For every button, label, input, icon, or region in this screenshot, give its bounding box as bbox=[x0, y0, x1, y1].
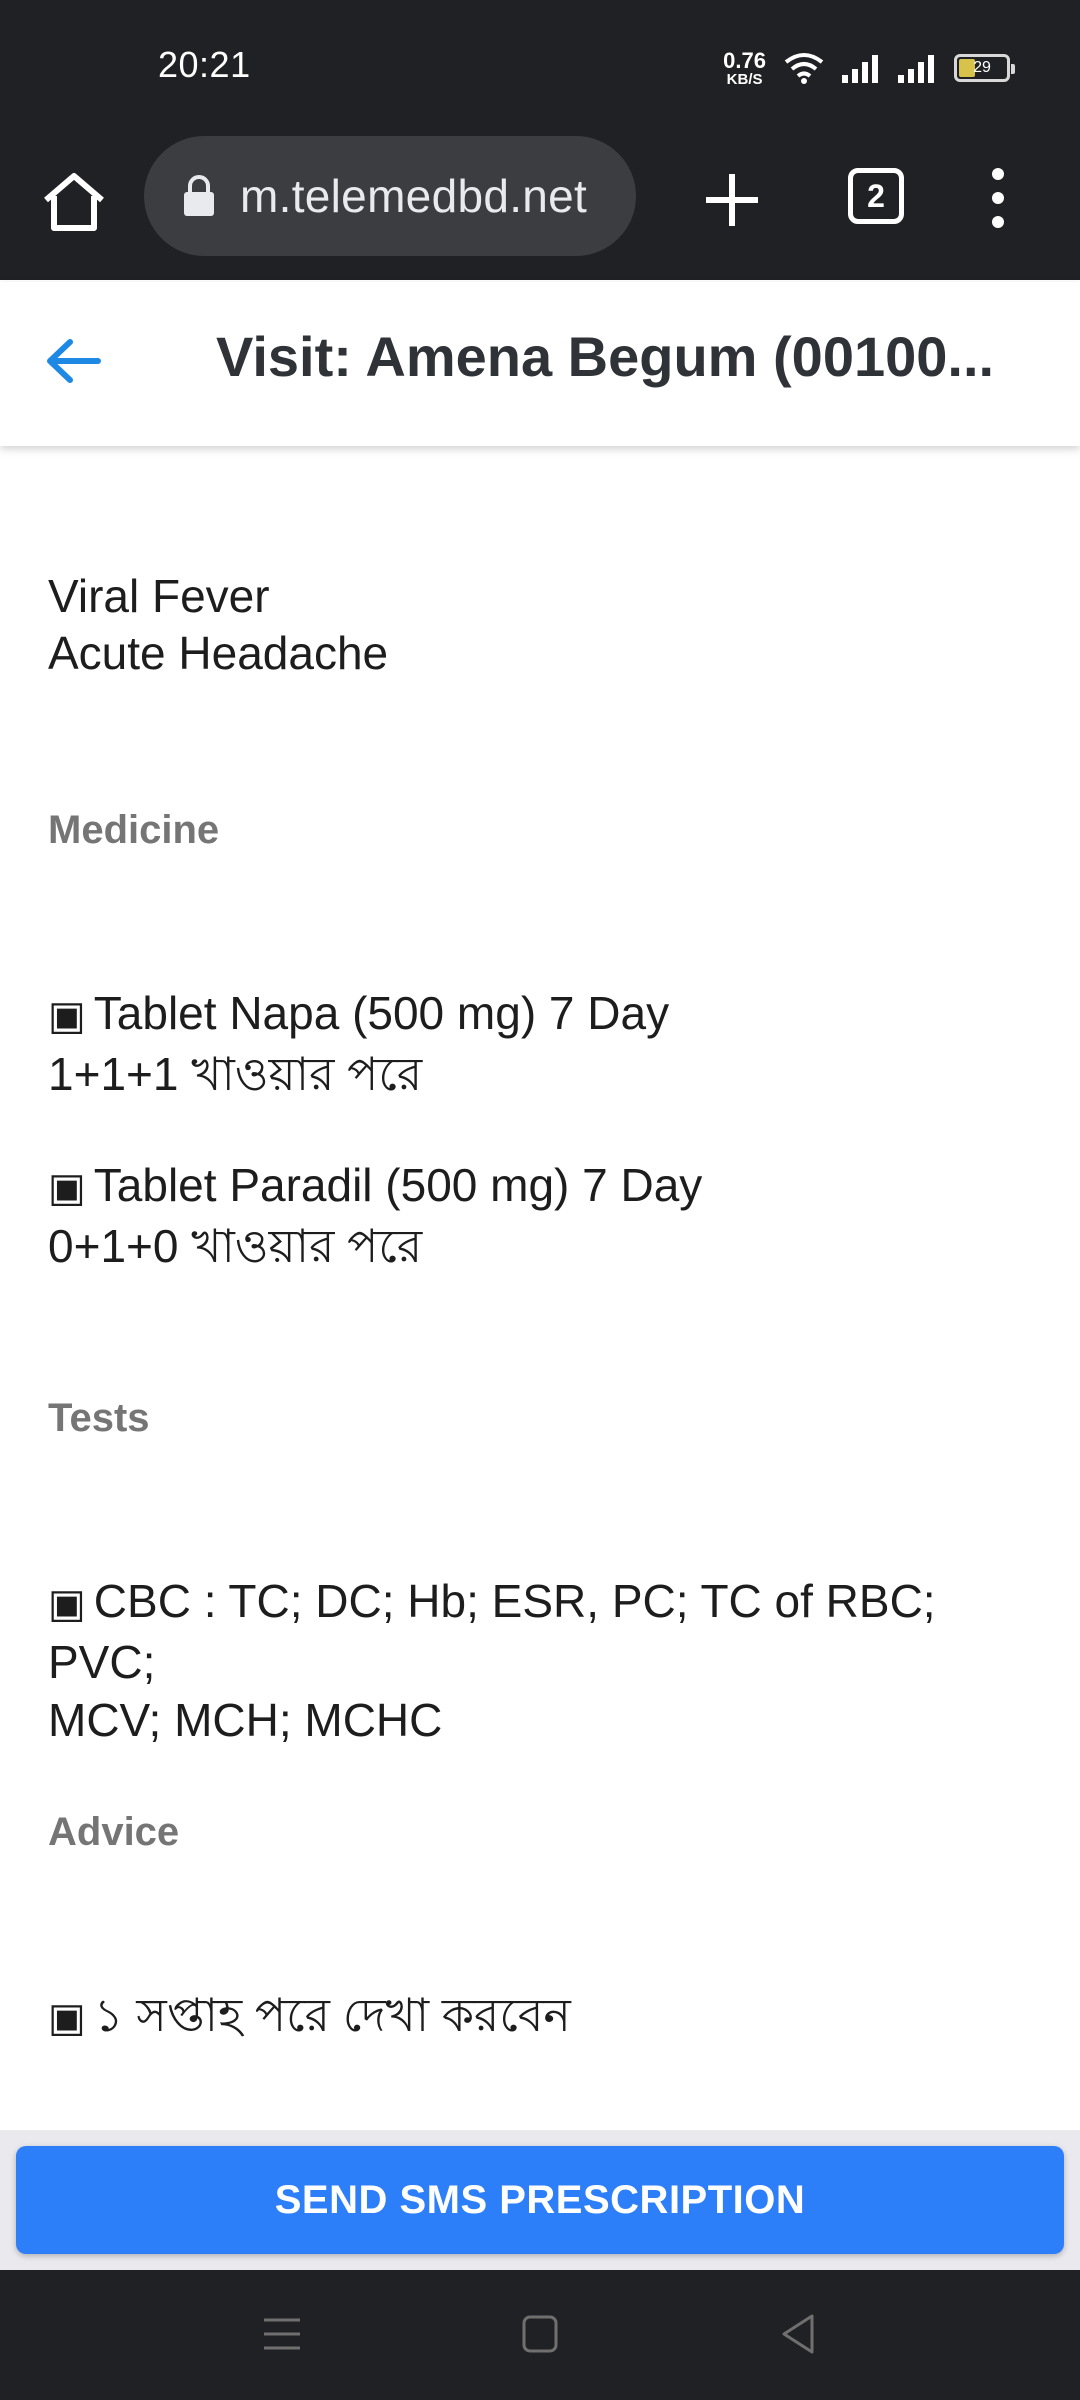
page-title: Visit: Amena Begum (00100... bbox=[216, 325, 995, 388]
signal-icon bbox=[898, 55, 934, 83]
plus-icon[interactable] bbox=[700, 168, 764, 232]
medicine-name: Tablet Napa (500 mg) 7 Day bbox=[93, 987, 670, 1039]
tests-section-label: Tests bbox=[48, 1396, 150, 1440]
network-speed: 0.76 KB/S bbox=[723, 47, 766, 88]
checkbox-icon: ▣ bbox=[48, 1996, 86, 2040]
lock-icon bbox=[184, 175, 214, 216]
bottom-action-bar: SEND SMS PRESCRIPTION bbox=[0, 2130, 1080, 2270]
medicine-dosage: 0+1+0 খাওয়ার পরে bbox=[48, 1220, 423, 1272]
network-speed-value: 0.76 bbox=[723, 47, 766, 73]
nav-menu-icon[interactable] bbox=[262, 2314, 302, 2354]
test-item: ▣ CBC : TC; DC; Hb; ESR, PC; TC of RBC; P… bbox=[48, 1572, 1038, 1749]
medicine-item: ▣ Tablet Napa (500 mg) 7 Day 1+1+1 খাওয়া… bbox=[48, 984, 669, 1103]
checkbox-icon: ▣ bbox=[48, 1582, 86, 1626]
diagnosis-item: Acute Headache bbox=[48, 627, 389, 679]
browser-toolbar: m.telemedbd.net 2 bbox=[0, 128, 1080, 280]
menu-icon[interactable] bbox=[978, 162, 1018, 234]
status-time: 20:21 bbox=[158, 44, 251, 85]
nav-home-icon[interactable] bbox=[522, 2314, 558, 2354]
advice-section-label: Advice bbox=[48, 1810, 180, 1854]
battery-icon: 29 bbox=[954, 54, 1015, 82]
medicine-name: Tablet Paradil (500 mg) 7 Day bbox=[93, 1159, 703, 1211]
test-line: CBC : TC; DC; Hb; ESR, PC; TC of RBC; PV… bbox=[48, 1575, 936, 1688]
diagnosis-list: Viral Fever Acute Headache bbox=[48, 568, 388, 682]
tabs-icon[interactable]: 2 bbox=[848, 168, 904, 224]
url-text: m.telemedbd.net bbox=[240, 170, 588, 222]
advice-item: ▣ ১ সপ্তাহ পরে দেখা করবেন bbox=[48, 1986, 571, 2047]
network-speed-unit: KB/S bbox=[726, 70, 763, 88]
tab-count: 2 bbox=[867, 177, 885, 214]
diagnosis-item: Viral Fever bbox=[48, 570, 270, 622]
wifi-icon bbox=[784, 53, 824, 84]
medicine-section-label: Medicine bbox=[48, 808, 220, 852]
nav-back-icon[interactable] bbox=[780, 2312, 816, 2356]
advice-text: ১ সপ্তাহ পরে দেখা করবেন bbox=[93, 1989, 571, 2041]
system-nav-bar bbox=[0, 2270, 1080, 2400]
medicine-item: ▣ Tablet Paradil (500 mg) 7 Day 0+1+0 খাও… bbox=[48, 1156, 702, 1275]
app-header: Visit: Amena Begum (00100... bbox=[0, 282, 1080, 446]
status-bar: 20:21 0.76 KB/S 29 bbox=[0, 0, 1080, 128]
send-sms-prescription-button[interactable]: SEND SMS PRESCRIPTION bbox=[16, 2146, 1064, 2254]
back-arrow-icon[interactable] bbox=[42, 330, 104, 392]
status-icons: 0.76 KB/S 29 bbox=[723, 46, 1015, 90]
battery-level: 29 bbox=[973, 59, 991, 76]
test-line: MCV; MCH; MCHC bbox=[48, 1694, 443, 1746]
signal-icon bbox=[842, 55, 878, 83]
checkbox-icon: ▣ bbox=[48, 1166, 86, 1210]
medicine-dosage: 1+1+1 খাওয়ার পরে bbox=[48, 1048, 423, 1100]
home-icon[interactable] bbox=[38, 166, 110, 238]
checkbox-icon: ▣ bbox=[48, 994, 86, 1038]
address-bar[interactable]: m.telemedbd.net bbox=[144, 136, 636, 256]
